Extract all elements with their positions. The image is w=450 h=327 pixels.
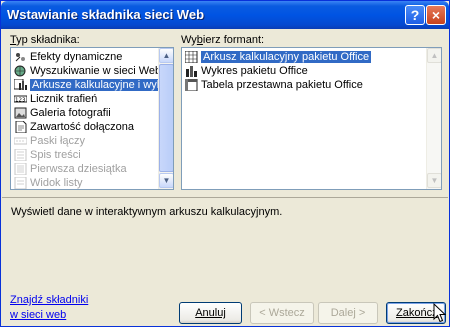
format-item[interactable]: Tabela przestawna pakietu Office (184, 78, 363, 92)
cancel-button[interactable]: Anuluj (179, 302, 242, 324)
dialog-window: Wstawianie składnika sieci Web ? × Typ s… (0, 0, 450, 327)
link-bars-icon (13, 135, 28, 147)
scroll-up-button[interactable]: ▲ (159, 48, 173, 63)
photo-gallery-icon (14, 107, 27, 119)
component-type-list[interactable]: Efekty dynamiczne Wyszukiwanie w sieci We… (10, 47, 174, 190)
component-type-item[interactable]: Zawartość dołączona (13, 120, 134, 134)
top-ten-icon (14, 162, 27, 176)
format-item-label: Tabela przestawna pakietu Office (201, 79, 363, 91)
description-text: Wyświetl dane w interaktywnym arkuszu ka… (11, 206, 283, 218)
component-type-item[interactable]: Efekty dynamiczne (13, 50, 122, 64)
component-type-item: Spis treści (13, 148, 81, 162)
description-panel: Wyświetl dane w interaktywnym arkuszu ka… (2, 197, 448, 282)
component-type-item-label: Spis treści (30, 149, 81, 161)
component-type-item[interactable]: Wyszukiwanie w sieci Web (13, 64, 161, 78)
component-type-item-label: Wyszukiwanie w sieci Web (30, 65, 162, 77)
title-bar[interactable]: Wstawianie składnika sieci Web ? × (1, 1, 449, 29)
component-type-item-label: Paski łączy (30, 135, 86, 147)
web-search-icon (14, 65, 27, 77)
format-item-label: Wykres pakietu Office (201, 65, 308, 77)
format-item-label: Arkusz kalkulacyjny pakietu Office (201, 51, 372, 63)
format-list-scrollbar: ▲ ▼ (426, 48, 441, 189)
dialog-title: Wstawianie składnika sieci Web (7, 7, 205, 22)
close-button[interactable]: × (426, 5, 446, 25)
component-type-item: Widok listy (13, 176, 83, 189)
format-item[interactable]: Wykres pakietu Office (184, 64, 308, 78)
office-chart-icon (185, 65, 198, 77)
next-button: Dalej > (318, 302, 378, 324)
component-type-item[interactable]: Arkusze kalkulacyjne i wykres (13, 78, 173, 92)
included-content-icon (14, 120, 27, 134)
component-type-item: Paski łączy (13, 134, 85, 148)
format-label: Wybierz formant: (181, 34, 265, 46)
component-type-label: Typ składnika: (10, 34, 80, 46)
scroll-down-button-disabled: ▼ (427, 173, 441, 188)
component-type-item-label: Arkusze kalkulacyjne i wykres (30, 79, 173, 91)
component-type-item[interactable]: 123 Licznik trafień (13, 92, 97, 106)
list-view-icon (14, 176, 27, 189)
office-spreadsheet-icon (184, 50, 198, 64)
format-item[interactable]: Arkusz kalkulacyjny pakietu Office (184, 50, 372, 64)
spreadsheet-chart-icon (13, 78, 27, 91)
mouse-pointer-icon (433, 303, 447, 323)
hit-counter-icon: 123 (13, 93, 28, 105)
format-list[interactable]: Arkusz kalkulacyjny pakietu Office Wykres… (181, 47, 442, 190)
office-pivot-table-icon (184, 78, 198, 92)
component-type-item-label: Licznik trafień (30, 93, 98, 105)
svg-text:123: 123 (15, 98, 26, 104)
table-of-contents-icon (14, 148, 27, 162)
effects-icon (14, 51, 27, 63)
component-type-item-label: Galeria fotografii (30, 107, 111, 119)
help-button[interactable]: ? (405, 5, 425, 25)
component-type-item: Pierwsza dziesiątka (13, 162, 127, 176)
component-list-scrollbar[interactable]: ▲ ▼ (158, 48, 173, 189)
find-components-link-line2[interactable]: w sieci web (10, 309, 66, 321)
component-type-item-label: Widok listy (30, 177, 83, 189)
back-button: < Wstecz (250, 302, 314, 324)
find-components-link-line1[interactable]: Znajdź składniki (10, 294, 88, 306)
component-type-item-label: Pierwsza dziesiątka (30, 163, 127, 175)
component-type-item[interactable]: Galeria fotografii (13, 106, 111, 120)
component-type-item-label: Zawartość dołączona (30, 121, 134, 133)
scroll-thumb[interactable] (159, 64, 173, 172)
scroll-up-button-disabled: ▲ (427, 48, 441, 63)
component-type-item-label: Efekty dynamiczne (30, 51, 123, 63)
scroll-down-button[interactable]: ▼ (159, 173, 173, 188)
